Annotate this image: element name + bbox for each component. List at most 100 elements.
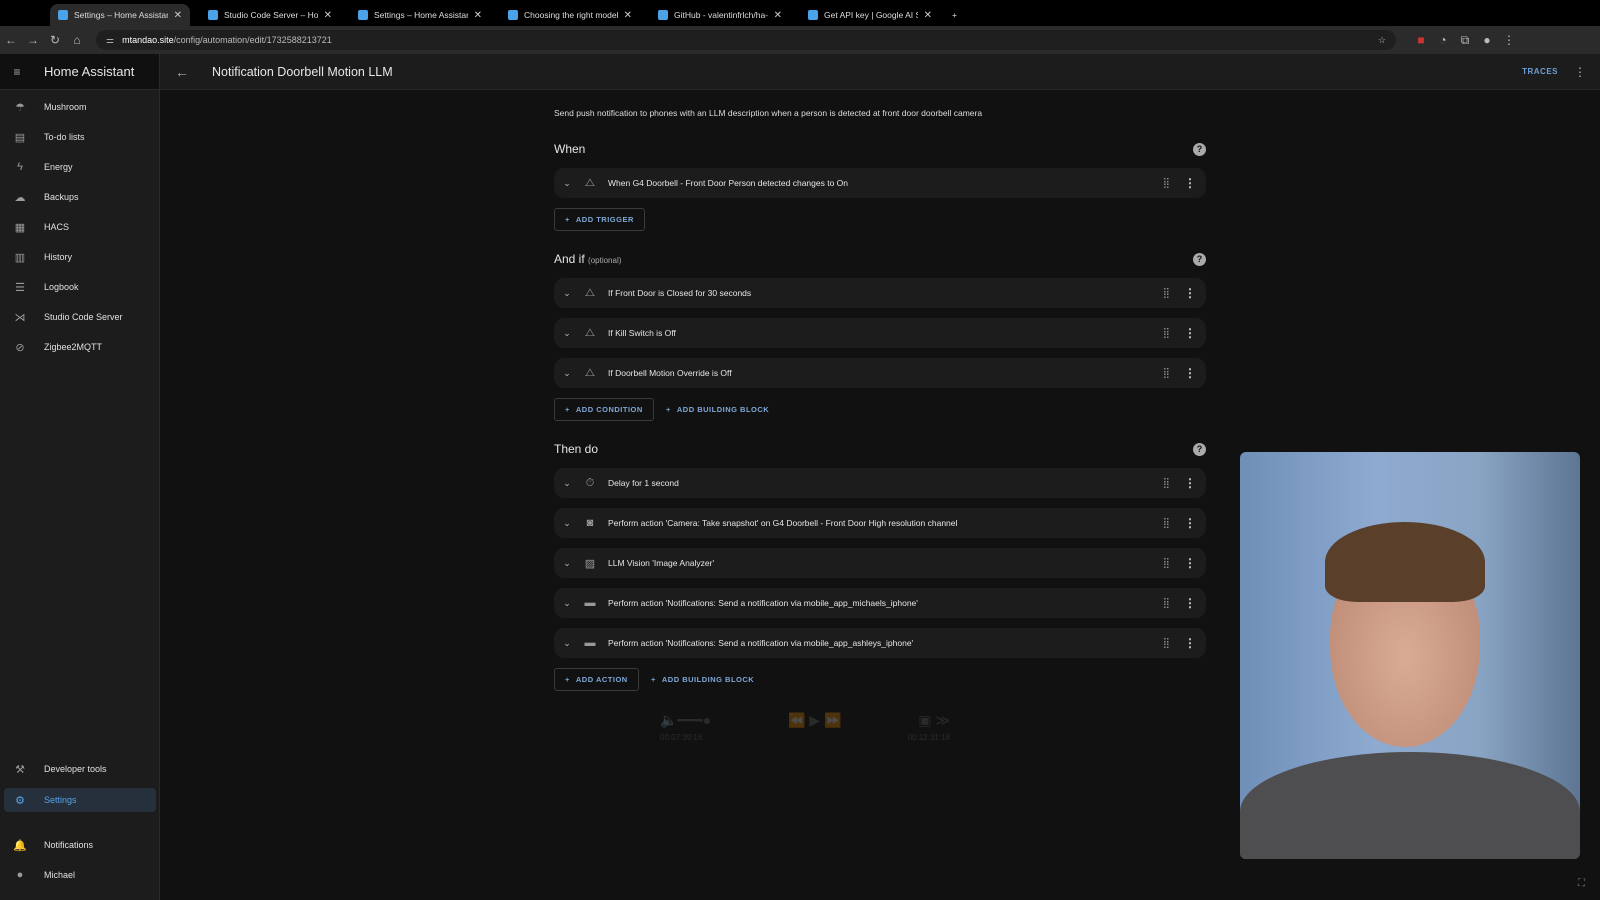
more-options-icon[interactable]: ⋮ bbox=[1184, 596, 1196, 610]
more-options-icon[interactable]: ⋮ bbox=[1574, 65, 1586, 79]
automation-row[interactable]: ⌄ ⧍ If Doorbell Motion Override is Off ⣿ ⋮ bbox=[554, 358, 1206, 388]
close-tab-icon[interactable]: ✕ bbox=[324, 10, 332, 21]
close-tab-icon[interactable]: ✕ bbox=[924, 10, 932, 21]
automation-row[interactable]: ⌄ ⧍ When G4 Doorbell - Front Door Person d… bbox=[554, 168, 1206, 198]
close-tab-icon[interactable]: ✕ bbox=[474, 10, 482, 21]
cloud-icon: ☁ bbox=[14, 191, 26, 204]
mushroom-icon: ☂ bbox=[15, 101, 25, 114]
browser-menu-icon[interactable]: ⋮ bbox=[1498, 33, 1520, 47]
chevron-down-icon[interactable]: ⌄ bbox=[554, 478, 580, 489]
drag-handle-icon[interactable]: ⣿ bbox=[1163, 288, 1170, 299]
chevron-down-icon[interactable]: ⌄ bbox=[554, 638, 580, 649]
drag-handle-icon[interactable]: ⣿ bbox=[1163, 598, 1170, 609]
browser-tab[interactable]: Choosing the right model | LL✕ bbox=[500, 4, 640, 26]
site-info-icon[interactable]: ⚌ bbox=[106, 35, 114, 46]
browser-tab[interactable]: Settings – Home Assistant ✕ bbox=[50, 4, 190, 26]
sidebar-item-to-do-lists[interactable]: ▤ To-do lists bbox=[4, 125, 156, 149]
forward-icon[interactable]: → bbox=[22, 33, 44, 47]
sidebar-item-zigbee2mqtt[interactable]: ⊘ Zigbee2MQTT bbox=[4, 335, 156, 359]
chevron-down-icon[interactable]: ⌄ bbox=[554, 178, 580, 189]
page-title: Notification Doorbell Motion LLM bbox=[212, 64, 393, 79]
sidebar-item-backups[interactable]: ☁ Backups bbox=[4, 185, 156, 209]
close-tab-icon[interactable]: ✕ bbox=[174, 10, 182, 21]
automation-row[interactable]: ⌄ ▬ Perform action 'Notifications: Send a … bbox=[554, 588, 1206, 618]
sidebar-item-notifications[interactable]: 🔔 Notifications bbox=[4, 833, 156, 857]
add-action-button[interactable]: + ADD ACTION bbox=[554, 668, 639, 691]
sidebar-item-developer-tools[interactable]: ⚒ Developer tools bbox=[4, 757, 156, 781]
extension-icon[interactable]: ◔ bbox=[1432, 33, 1454, 47]
chevron-down-icon[interactable]: ⌄ bbox=[554, 368, 580, 379]
chevron-down-icon[interactable]: ⌄ bbox=[554, 558, 580, 569]
more-options-icon[interactable]: ⋮ bbox=[1184, 516, 1196, 530]
add-trigger-button[interactable]: + ADD TRIGGER bbox=[554, 208, 645, 231]
more-options-icon[interactable]: ⋮ bbox=[1184, 176, 1196, 190]
sidebar-item-energy[interactable]: ϟ Energy bbox=[4, 155, 156, 179]
reload-icon[interactable]: ↻ bbox=[44, 33, 66, 47]
chevron-down-icon[interactable]: ⌄ bbox=[554, 518, 580, 529]
github-icon bbox=[658, 10, 668, 20]
more-options-icon[interactable]: ⋮ bbox=[1184, 476, 1196, 490]
more-options-icon[interactable]: ⋮ bbox=[1184, 326, 1196, 340]
automation-row[interactable]: ⌄ ◙ Perform action 'Camera: Take snapshot'… bbox=[554, 508, 1206, 538]
home-icon[interactable]: ⌂ bbox=[66, 33, 88, 47]
drag-handle-icon[interactable]: ⣿ bbox=[1163, 518, 1170, 529]
back-icon[interactable]: ← bbox=[0, 33, 22, 47]
new-tab-button[interactable]: + bbox=[944, 4, 965, 26]
sidebar-item-michael[interactable]: ● Michael bbox=[4, 863, 156, 887]
sidebar-item-history[interactable]: ▥ History bbox=[4, 245, 156, 269]
sidebar-item-logbook[interactable]: ☰ Logbook bbox=[4, 275, 156, 299]
close-tab-icon[interactable]: ✕ bbox=[624, 10, 632, 21]
help-icon[interactable]: ? bbox=[1193, 443, 1206, 456]
drag-handle-icon[interactable]: ⣿ bbox=[1163, 558, 1170, 569]
add-building-block-button[interactable]: + ADD BUILDING BLOCK bbox=[656, 398, 779, 421]
extension-icon[interactable]: ■ bbox=[1410, 33, 1432, 47]
sidebar-item-hacs[interactable]: ▦ HACS bbox=[4, 215, 156, 239]
drag-handle-icon[interactable]: ⣿ bbox=[1163, 368, 1170, 379]
drag-handle-icon[interactable]: ⣿ bbox=[1163, 178, 1170, 189]
browser-tab[interactable]: Settings – Home Assistant ✕ bbox=[350, 4, 490, 26]
traces-button[interactable]: TRACES bbox=[1522, 67, 1558, 76]
more-options-icon[interactable]: ⋮ bbox=[1184, 286, 1196, 300]
automation-row[interactable]: ⌄ ⏱ Delay for 1 second ⣿ ⋮ bbox=[554, 468, 1206, 498]
help-icon[interactable]: ? bbox=[1193, 253, 1206, 266]
automation-row[interactable]: ⌄ ⧍ If Kill Switch is Off ⣿ ⋮ bbox=[554, 318, 1206, 348]
bell-icon: 🔔 bbox=[13, 839, 27, 852]
help-icon[interactable]: ? bbox=[1193, 143, 1206, 156]
address-bar[interactable]: ⚌ mtandao.site/config/automation/edit/17… bbox=[96, 30, 1396, 50]
automation-row[interactable]: ⌄ ⧍ If Front Door is Closed for 30 seconds… bbox=[554, 278, 1206, 308]
browser-tab[interactable]: Get API key | Google AI Studi✕ bbox=[800, 4, 940, 26]
automation-row[interactable]: ⌄ ▬ Perform action 'Notifications: Send a … bbox=[554, 628, 1206, 658]
fullscreen-icon[interactable]: ⛶ bbox=[1578, 878, 1585, 889]
sidebar-item-settings[interactable]: ⚙ Settings bbox=[4, 788, 156, 812]
volume-icon[interactable]: 🔈━━━● bbox=[660, 712, 711, 729]
browser-tab[interactable]: Studio Code Server – Home A✕ bbox=[200, 4, 340, 26]
extensions-puzzle-icon[interactable]: ⧉ bbox=[1454, 33, 1476, 48]
drag-handle-icon[interactable]: ⣿ bbox=[1163, 328, 1170, 339]
chevron-down-icon[interactable]: ⌄ bbox=[554, 598, 580, 609]
trigger-icon: ⧍ bbox=[584, 176, 596, 189]
more-options-icon[interactable]: ⋮ bbox=[1184, 556, 1196, 570]
more-options-icon[interactable]: ⋮ bbox=[1184, 636, 1196, 650]
browser-tab[interactable]: GitHub - valentinfrlch/ha-llm✕ bbox=[650, 4, 790, 26]
chevron-down-icon[interactable]: ⌄ bbox=[554, 288, 580, 299]
row-label: If Doorbell Motion Override is Off bbox=[608, 368, 732, 378]
add-condition-button[interactable]: + ADD CONDITION bbox=[554, 398, 654, 421]
sidebar-item-studio-code-server[interactable]: ⋊ Studio Code Server bbox=[4, 305, 156, 329]
section-title-then-do: Then do bbox=[554, 442, 599, 456]
close-tab-icon[interactable]: ✕ bbox=[774, 10, 782, 21]
automation-row[interactable]: ⌄ ▨ LLM Vision 'Image Analyzer' ⣿ ⋮ bbox=[554, 548, 1206, 578]
add-building-block-button[interactable]: + ADD BUILDING BLOCK bbox=[641, 668, 764, 691]
home-assistant-icon bbox=[208, 10, 218, 20]
drag-handle-icon[interactable]: ⣿ bbox=[1163, 478, 1170, 489]
chevron-down-icon[interactable]: ⌄ bbox=[554, 328, 580, 339]
pip-icon[interactable]: ▣ ≫ bbox=[918, 712, 950, 729]
back-arrow-icon[interactable]: ← bbox=[160, 64, 204, 80]
profile-avatar[interactable]: ● bbox=[1476, 33, 1498, 47]
drag-handle-icon[interactable]: ⣿ bbox=[1163, 638, 1170, 649]
condition-icon: ⧍ bbox=[584, 286, 596, 299]
play-controls[interactable]: ⏪ ▶ ⏩ bbox=[788, 712, 841, 729]
more-options-icon[interactable]: ⋮ bbox=[1184, 366, 1196, 380]
bookmark-star-icon[interactable]: ☆ bbox=[1378, 35, 1386, 46]
sidebar-item-mushroom[interactable]: ☂ Mushroom bbox=[4, 95, 156, 119]
menu-toggle-icon[interactable]: ≡ bbox=[0, 65, 34, 79]
